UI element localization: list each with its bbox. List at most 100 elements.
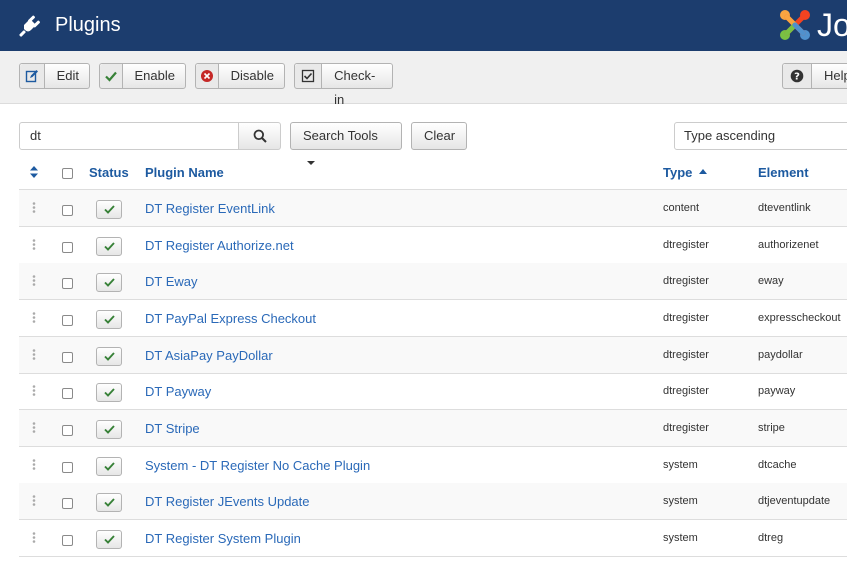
status-toggle-button[interactable] — [96, 493, 122, 512]
enable-button[interactable]: Enable — [99, 63, 186, 89]
table-row: DT Payway dtregister payway — [19, 373, 847, 410]
plugin-element: stripe — [758, 422, 785, 434]
checkin-button[interactable]: Check-in — [294, 63, 393, 107]
plugin-element: dtjeventupdate — [758, 495, 831, 507]
plugin-name-link[interactable]: DT AsiaPay PayDollar — [145, 348, 273, 363]
status-toggle-button[interactable] — [96, 310, 122, 329]
plugin-name-link[interactable]: System - DT Register No Cache Plugin — [145, 458, 370, 473]
row-checkbox[interactable] — [62, 205, 73, 216]
plugin-name-link[interactable]: DT Register EventLink — [145, 201, 275, 216]
check-icon — [103, 535, 115, 544]
row-checkbox[interactable] — [62, 315, 73, 326]
row-checkbox[interactable] — [62, 462, 73, 473]
table-row: DT AsiaPay PayDollar dtregister paydollar — [19, 337, 847, 374]
row-checkbox[interactable] — [62, 535, 73, 546]
status-toggle-button[interactable] — [96, 420, 122, 439]
edit-label: Edit — [56, 68, 79, 83]
search-button[interactable] — [238, 122, 281, 150]
drag-handle-icon[interactable] — [32, 422, 36, 433]
joomla-logo-icon — [780, 10, 810, 40]
plug-icon — [19, 15, 40, 37]
drag-handle-icon[interactable] — [32, 275, 36, 286]
check-icon — [103, 425, 115, 434]
row-checkbox[interactable] — [62, 498, 73, 509]
column-type[interactable]: Type — [663, 165, 708, 180]
plugin-element: paydollar — [758, 349, 803, 361]
plugin-type: system — [663, 532, 698, 544]
search-input[interactable]: dt — [19, 122, 239, 150]
table-row: DT PayPal Express Checkout dtregister expr… — [19, 300, 847, 337]
check-icon — [103, 498, 115, 507]
table-row: DT Register EventLink content dteventlink — [19, 190, 847, 227]
table-row: DT Register System Plugin system dtreg — [19, 520, 847, 557]
edit-button[interactable]: Edit — [19, 63, 90, 89]
plugin-element: dteventlink — [758, 202, 811, 214]
table-row: DT Register Authorize.net dtregister autho… — [19, 227, 847, 264]
search-tools-label: Search Tools — [303, 128, 378, 143]
check-icon — [103, 278, 115, 287]
status-toggle-button[interactable] — [96, 347, 122, 366]
check-icon — [103, 388, 115, 397]
drag-handle-icon[interactable] — [32, 239, 36, 250]
plugin-type: dtregister — [663, 349, 709, 361]
status-toggle-button[interactable] — [96, 273, 122, 292]
app-header: Plugins Jo — [0, 0, 847, 51]
disable-button[interactable]: Disable — [195, 63, 285, 89]
help-button[interactable]: ? Help — [782, 63, 847, 89]
row-checkbox[interactable] — [62, 425, 73, 436]
drag-handle-icon[interactable] — [32, 459, 36, 470]
row-checkbox[interactable] — [62, 352, 73, 363]
clear-button[interactable]: Clear — [411, 122, 467, 150]
plugin-name-link[interactable]: DT Register Authorize.net — [145, 238, 294, 253]
search-icon — [253, 129, 267, 143]
column-element[interactable]: Element — [758, 165, 809, 180]
check-icon — [103, 352, 115, 361]
plugin-name-link[interactable]: DT Stripe — [145, 421, 200, 436]
enable-label: Enable — [134, 68, 175, 83]
plugin-name-link[interactable]: DT Register JEvents Update — [145, 494, 310, 509]
drag-handle-icon[interactable] — [32, 312, 36, 323]
table-row: DT Register JEvents Update system dtjevent… — [19, 483, 847, 520]
plugin-element: eway — [758, 275, 784, 287]
row-checkbox[interactable] — [62, 388, 73, 399]
check-icon — [103, 315, 115, 324]
row-checkbox[interactable] — [62, 278, 73, 289]
sort-select[interactable]: Type ascending — [674, 122, 847, 150]
drag-handle-icon[interactable] — [32, 495, 36, 506]
drag-handle-icon[interactable] — [32, 532, 36, 543]
status-toggle-button[interactable] — [96, 200, 122, 219]
status-toggle-button[interactable] — [96, 457, 122, 476]
search-tools-button[interactable]: Search Tools — [290, 122, 402, 165]
toolbar: Edit Enable Disable Check-in ? Help — [0, 51, 847, 107]
drag-handle-icon[interactable] — [32, 349, 36, 360]
disable-label: Disable — [230, 68, 274, 83]
question-icon: ? — [783, 64, 812, 88]
status-toggle-button[interactable] — [96, 383, 122, 402]
plugin-name-link[interactable]: DT Eway — [145, 274, 198, 289]
plugin-name-link[interactable]: DT Payway — [145, 384, 211, 399]
column-status[interactable]: Status — [89, 165, 129, 180]
ordering-sort-icon[interactable] — [30, 166, 38, 178]
status-toggle-button[interactable] — [96, 237, 122, 256]
page-title: Plugins — [55, 14, 121, 36]
check-icon — [103, 462, 115, 471]
drag-handle-icon[interactable] — [32, 202, 36, 213]
plugin-type: dtregister — [663, 312, 709, 324]
check-icon — [103, 242, 115, 251]
plugin-name-link[interactable]: DT Register System Plugin — [145, 531, 301, 546]
select-all-checkbox[interactable] — [62, 168, 73, 179]
row-checkbox[interactable] — [62, 242, 73, 253]
plugin-element: expresscheckout — [758, 312, 841, 324]
plugin-type: dtregister — [663, 275, 709, 287]
plugin-type: content — [663, 202, 700, 214]
plugin-name-link[interactable]: DT PayPal Express Checkout — [145, 311, 316, 326]
checkin-label: Check-in — [334, 68, 376, 107]
logo-text: Jo — [817, 7, 847, 43]
column-type-label: Type — [663, 165, 693, 180]
status-toggle-button[interactable] — [96, 530, 122, 549]
svg-text:?: ? — [794, 72, 800, 83]
help-label: Help — [824, 68, 847, 83]
plugin-type: system — [663, 495, 698, 507]
drag-handle-icon[interactable] — [32, 385, 36, 396]
column-plugin-name[interactable]: Plugin Name — [145, 165, 224, 180]
